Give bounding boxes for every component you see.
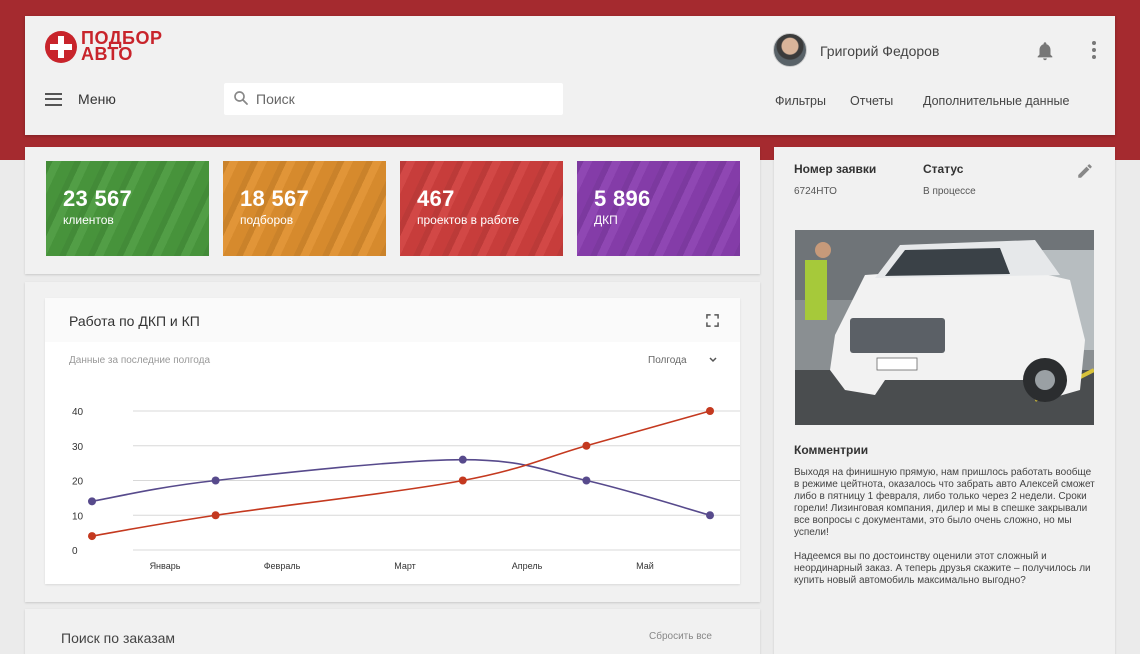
- menu-button[interactable]: Меню: [45, 91, 116, 107]
- menu-label: Меню: [78, 91, 116, 107]
- search-input[interactable]: [256, 87, 546, 111]
- order-number-value: 6724НТО: [794, 186, 837, 197]
- edit-pencil-icon[interactable]: [1076, 162, 1094, 180]
- y-tick-label: 30: [72, 442, 84, 453]
- comment-paragraph-2: Надеемся вы по достоинству оценили этот …: [794, 551, 1091, 586]
- order-number-label: Номер заявки: [794, 162, 877, 176]
- data-point[interactable]: [706, 407, 714, 415]
- chart-header: Работа по ДКП и КП: [45, 298, 740, 342]
- logo[interactable]: ПОДБОР АВТО: [45, 29, 165, 65]
- stat-label: ДКП: [594, 213, 618, 227]
- x-tick-label: Февраль: [264, 561, 301, 571]
- data-point[interactable]: [706, 511, 714, 520]
- x-tick-label: Апрель: [512, 561, 543, 571]
- search-orders-title: Поиск по заказам: [61, 630, 176, 646]
- comment-text: Выходя на финишную прямую, нам пришлось …: [794, 467, 1096, 599]
- car-photo: [795, 230, 1094, 425]
- data-point[interactable]: [88, 497, 96, 506]
- stat-card-clients[interactable]: 23 567 клиентов: [46, 161, 209, 256]
- data-point[interactable]: [458, 476, 467, 485]
- reset-all-link[interactable]: Сбросить все: [649, 631, 712, 642]
- nav-filters[interactable]: Фильтры: [775, 94, 826, 108]
- chart-card: Работа по ДКП и КП Данные за последние п…: [45, 298, 740, 584]
- stat-value: 23 567: [63, 186, 133, 211]
- data-point[interactable]: [582, 476, 591, 485]
- stat-card-dkp[interactable]: 5 896 ДКП: [577, 161, 740, 256]
- stat-card-projects[interactable]: 467 проектов в работе: [400, 161, 563, 256]
- chart-title: Работа по ДКП и КП: [69, 313, 200, 329]
- search-box: [224, 83, 563, 115]
- x-tick-label: Май: [636, 561, 654, 571]
- logo-cross-icon: [45, 31, 77, 63]
- comment-paragraph-1: Выходя на финишную прямую, нам пришлось …: [794, 467, 1095, 538]
- y-tick-label: 40: [72, 407, 84, 418]
- order-details-panel: Номер заявки 6724НТО Статус В процессе К…: [774, 147, 1115, 654]
- hamburger-icon: [45, 92, 62, 106]
- series-line-1: [91, 458, 711, 517]
- bell-icon[interactable]: [1034, 40, 1056, 62]
- y-tick-label: 20: [72, 477, 84, 488]
- x-tick-label: Январь: [150, 561, 181, 571]
- chevron-down-icon[interactable]: [709, 357, 717, 363]
- period-select[interactable]: Полгода: [648, 355, 687, 366]
- logo-text: ПОДБОР АВТО: [81, 29, 162, 64]
- data-point[interactable]: [211, 476, 220, 485]
- logo-line2: АВТО: [81, 44, 133, 64]
- nav-additional-data[interactable]: Дополнительные данные: [923, 94, 1069, 108]
- series-line-2: [91, 410, 711, 537]
- stat-label: подборов: [240, 213, 294, 227]
- data-point[interactable]: [88, 532, 96, 541]
- data-point[interactable]: [211, 511, 220, 520]
- header: ПОДБОР АВТО Григорий Федоров Меню Фильтр…: [25, 16, 1115, 135]
- more-options-icon[interactable]: [1088, 41, 1100, 61]
- avatar[interactable]: [773, 33, 807, 67]
- search-orders-panel: Поиск по заказам Сбросить все: [25, 609, 760, 654]
- x-tick-label: Март: [394, 561, 416, 571]
- data-point[interactable]: [458, 455, 467, 464]
- stat-value: 467: [417, 186, 455, 211]
- y-tick-label: 10: [72, 511, 84, 522]
- stat-value: 18 567: [240, 186, 310, 211]
- stat-label: проектов в работе: [417, 213, 520, 227]
- fullscreen-icon[interactable]: [706, 314, 719, 327]
- chart-subtitle: Данные за последние полгода: [69, 355, 211, 366]
- user-name[interactable]: Григорий Федоров: [820, 43, 939, 59]
- nav-reports[interactable]: Отчеты: [850, 94, 893, 108]
- stat-value: 5 896: [594, 186, 651, 211]
- data-point[interactable]: [582, 441, 591, 450]
- stat-label: клиентов: [63, 213, 114, 227]
- stat-card-selections[interactable]: 18 567 подборов: [223, 161, 386, 256]
- y-tick-label: 0: [72, 546, 78, 557]
- search-icon: [234, 91, 248, 105]
- comments-title: Комментрии: [794, 443, 869, 457]
- line-chart: 0 10 20 30 40 Январь Февраль Март Апрель Май: [72, 407, 740, 571]
- status-label: Статус: [923, 162, 964, 176]
- status-value: В процессе: [923, 186, 976, 197]
